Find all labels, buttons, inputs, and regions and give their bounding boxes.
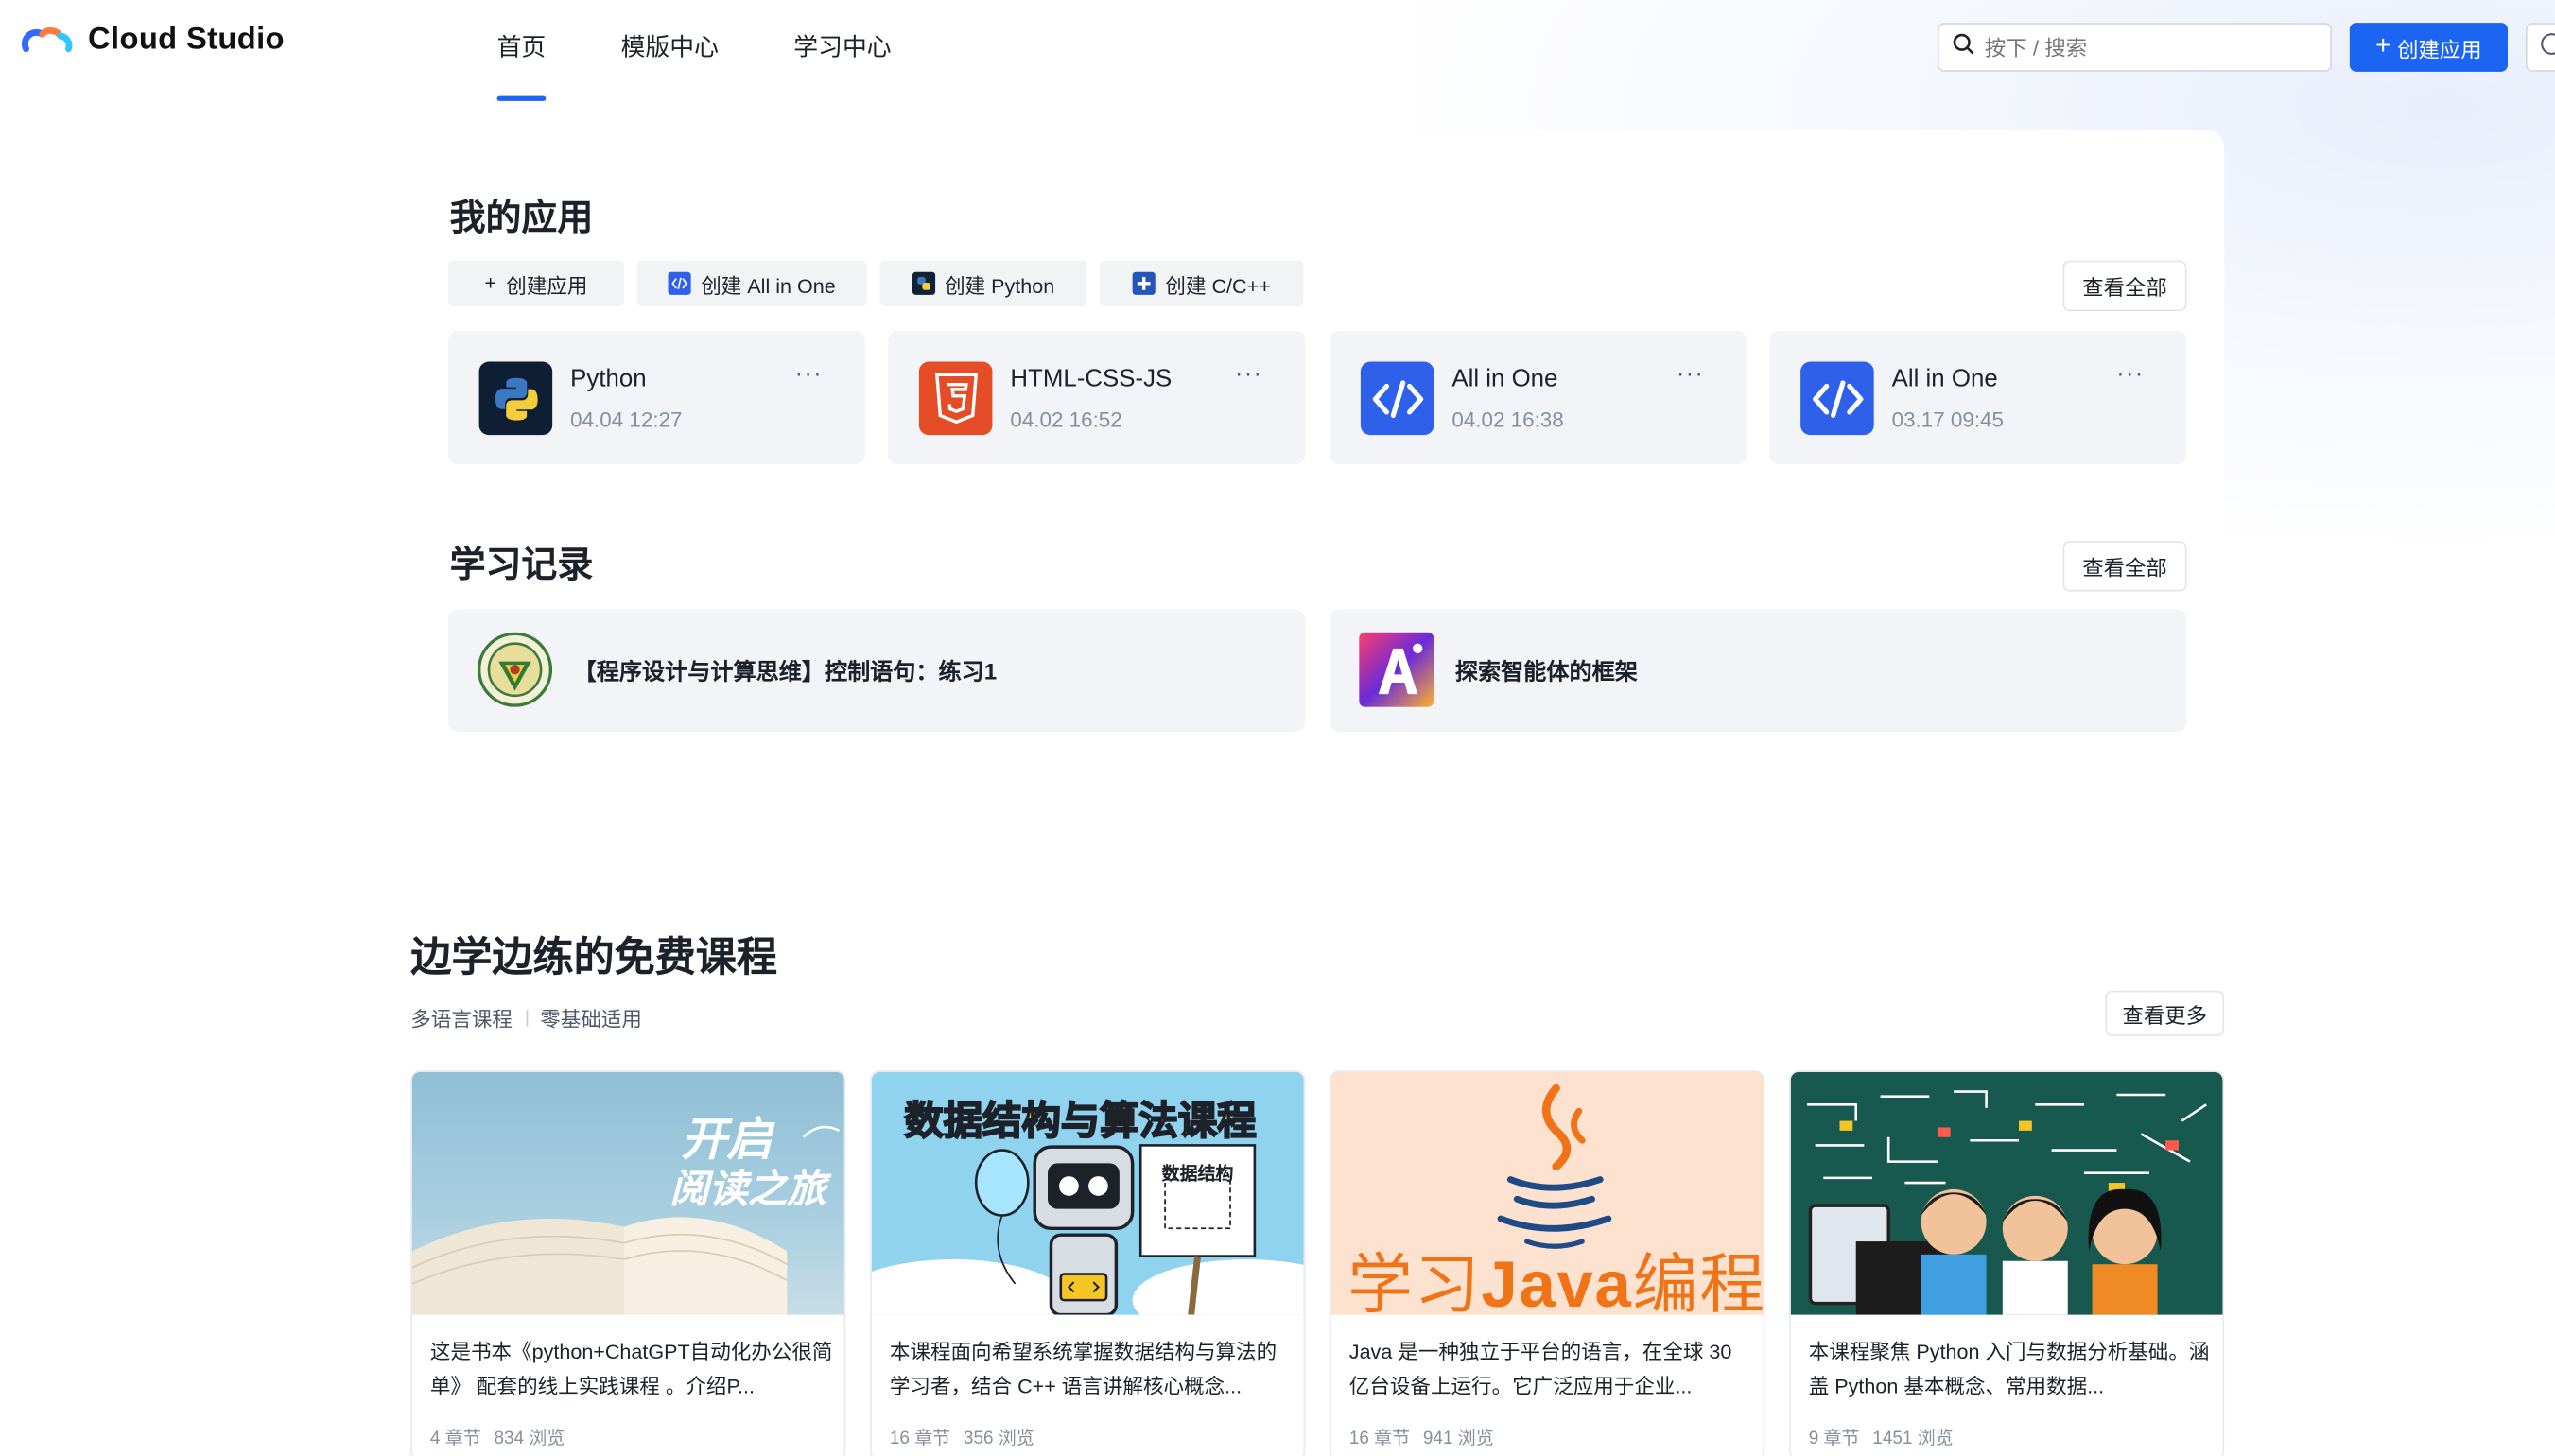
more-options-icon[interactable]: ··· [795,360,823,387]
chapter-count: 4 章节 [429,1429,481,1448]
course-meta: 16 章节 356 浏览 [890,1424,1034,1450]
course-meta: 4 章节 834 浏览 [430,1424,565,1450]
plus-icon: + [484,271,496,295]
create-app-button[interactable]: + 创建应用 [2349,23,2509,72]
learning-record-title: 探索智能体的框架 [1454,658,1638,685]
course-description: Java 是一种独立于平台的语言，在全球 30 亿台设备上运行。它广泛应用于企业… [1348,1341,1732,1398]
nav-home[interactable]: 首页 [496,29,547,101]
cpp-icon [1132,271,1156,295]
app-name: All in One [1451,364,1558,393]
course-tag: 多语言课程 [410,1008,513,1031]
course-cover-image [1790,1071,2223,1315]
tag-divider [525,1009,528,1026]
app-card[interactable]: All in One 04.02 16:38 ··· [1330,330,1747,465]
brand-logo[interactable]: Cloud Studio [20,23,285,59]
main-nav: 首页 模版中心 学习中心 [496,29,966,101]
quick-create-python[interactable]: 创建 Python [879,260,1087,306]
app-card[interactable]: HTML-CSS-JS 04.02 16:52 ··· [888,330,1306,465]
more-options-icon[interactable]: ··· [2116,360,2144,387]
ai-art-icon [1359,632,1434,707]
code-icon [1800,361,1874,436]
course-card[interactable]: 开启 阅读之旅 这是书本《python+ChatGPT自动化办公很简单》 配套的… [410,1070,846,1456]
search-icon [1952,32,1974,63]
python-icon [912,271,935,295]
view-count: 356 浏览 [963,1429,1034,1448]
quick-create-label: 创建应用 [506,274,588,298]
search-input[interactable] [1984,35,2311,60]
course-cover-subtitle: 数据结构 [1161,1165,1234,1185]
app-name: HTML-CSS-JS [1010,364,1173,393]
cloud-logo-icon [20,23,76,59]
help-icon [2540,32,2555,63]
course-tag: 零基础适用 [540,1008,642,1031]
apps-view-all-button[interactable]: 查看全部 [2062,260,2187,312]
course-card[interactable]: 数据结构与算法课程 数据结构 本课程面向希望系统掌握数据结构与算法的学习者，结合… [870,1070,1306,1456]
quick-create-label: 创建 C/C++ [1165,274,1271,298]
app-card[interactable]: All in One 03.17 09:45 ··· [1769,330,2187,465]
course-card[interactable]: 学习Java编程 Java 是一种独立于平台的语言，在全球 30 亿台设备上运行… [1330,1070,1765,1456]
chapter-count: 16 章节 [1348,1429,1411,1448]
course-meta: 9 章节 1451 浏览 [1809,1424,1954,1450]
course-meta: 16 章节 941 浏览 [1349,1424,1494,1450]
plus-icon: + [2375,32,2391,61]
course-card[interactable]: 本课程聚焦 Python 入门与数据分析基础。涵盖 Python 基本概念、常用… [1789,1070,2225,1456]
learning-view-all-button[interactable]: 查看全部 [2062,541,2187,592]
brand-name: Cloud Studio [88,23,285,58]
courses-title: 边学边练的免费课程 [410,935,777,981]
create-app-label: 创建应用 [2397,36,2482,61]
course-cover-image: 学习Java编程 [1330,1071,1765,1315]
course-description: 本课程聚焦 Python 入门与数据分析基础。涵盖 Python 基本概念、常用… [1808,1341,2210,1398]
quick-create-label: 创建 All in One [701,274,836,298]
learning-records-title: 学习记录 [449,544,594,585]
view-count: 941 浏览 [1422,1429,1494,1448]
learning-record-card[interactable]: 探索智能体的框架 [1330,609,2187,732]
quick-create-all-in-one[interactable]: 创建 All in One [636,260,867,306]
app-time: 03.17 09:45 [1891,407,2004,432]
chapter-count: 9 章节 [1808,1429,1860,1448]
cover-word: 编程 [1632,1249,1765,1315]
python-icon [478,361,553,436]
cover-word: 学习 [1347,1249,1482,1315]
my-apps-title: 我的应用 [449,197,594,238]
courses-tags: 多语言课程 零基础适用 [410,1002,642,1033]
app-time: 04.02 16:52 [1010,407,1122,432]
more-options-icon[interactable]: ··· [1235,360,1262,387]
search-box[interactable] [1937,23,2332,72]
course-cover-title: 学习Java编程 [1347,1232,1765,1315]
view-count: 1451 浏览 [1872,1429,1954,1448]
app-card[interactable]: Python 04.04 12:27 ··· [447,330,866,465]
chapter-count: 16 章节 [889,1429,951,1448]
code-icon [1360,361,1434,436]
quick-create-label: 创建 Python [945,274,1055,298]
app-name: Python [570,364,647,393]
app-time: 04.04 12:27 [570,407,683,432]
view-count: 834 浏览 [494,1429,565,1448]
learning-record-card[interactable]: 【程序设计与计算思维】控制语句：练习1 [447,609,1306,732]
university-seal-icon [477,632,553,707]
course-description: 本课程面向希望系统掌握数据结构与算法的学习者，结合 C++ 语言讲解核心概念..… [889,1341,1278,1398]
app-time: 04.02 16:38 [1451,407,1564,432]
help-button[interactable] [2525,23,2555,72]
cover-word: Java [1481,1249,1633,1315]
more-options-icon[interactable]: ··· [1677,360,1704,387]
course-cover-title: 数据结构与算法课程 [904,1099,1258,1144]
quick-create-app[interactable]: + 创建应用 [447,260,624,306]
course-description: 这是书本《python+ChatGPT自动化办公很简单》 配套的线上实践课程 。… [429,1341,833,1398]
course-cover-image: 数据结构与算法课程 数据结构 [871,1071,1304,1315]
courses-view-more-button[interactable]: 查看更多 [2105,990,2225,1036]
course-cover-subtitle: 阅读之旅 [669,1168,826,1213]
html5-icon [918,361,993,436]
nav-learning[interactable]: 学习中心 [793,29,891,101]
quick-create-cpp[interactable]: 创建 C/C++ [1100,260,1304,306]
learning-record-title: 【程序设计与计算思维】控制语句：练习1 [573,658,998,685]
course-cover-image: 开启 阅读之旅 [411,1071,844,1315]
top-header: Cloud Studio 首页 模版中心 学习中心 + 创建应用 [0,0,2555,101]
app-name: All in One [1891,364,1998,393]
nav-templates[interactable]: 模版中心 [621,29,719,101]
code-icon [668,271,691,295]
